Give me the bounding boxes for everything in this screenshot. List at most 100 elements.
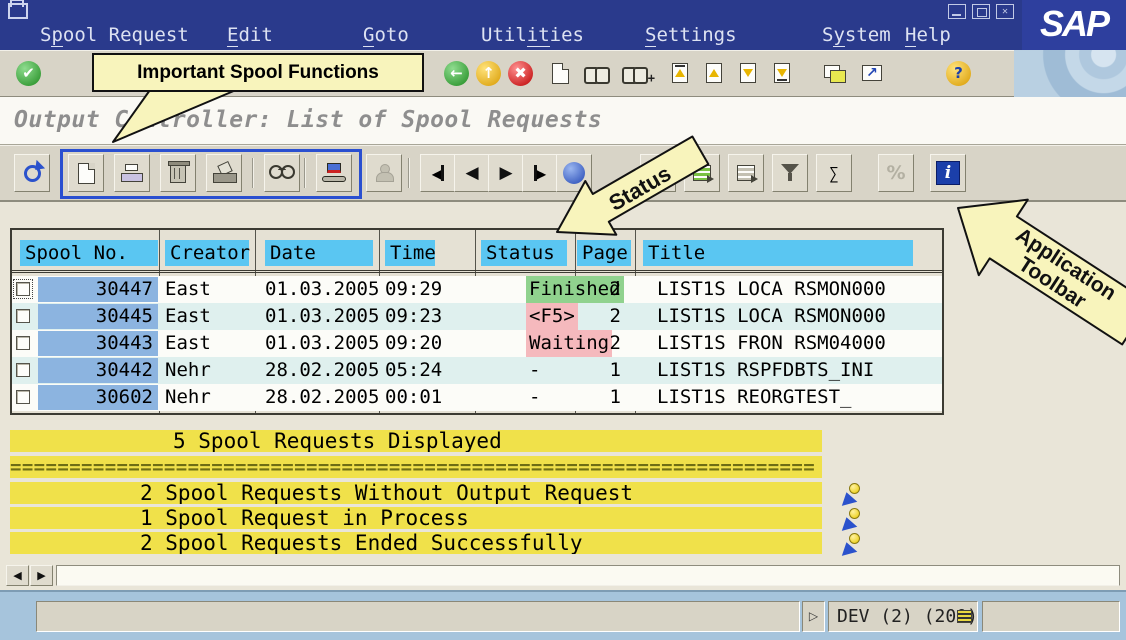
menu-help[interactable]: Help [905,24,951,46]
jump-icon[interactable] [840,508,862,530]
cell-page: 1 [577,384,627,411]
info-button[interactable]: i [930,154,966,192]
row-select-checkbox[interactable] [16,282,30,296]
col-header-page[interactable]: Page [577,240,631,266]
sort-descending-button[interactable] [640,154,676,192]
blue-sphere-icon [563,162,585,184]
print-with-changed-params-button[interactable] [114,154,150,192]
table-row[interactable]: 30602Nehr28.02.200500:01-1LIST1S REORGTE… [12,384,942,411]
scroll-left-button[interactable]: ◀ [6,565,29,586]
menu-system[interactable]: System [822,24,891,46]
enter-icon[interactable]: ✔ [16,61,41,86]
trash-icon [170,164,186,183]
cell-title: LIST1S LOCA RSMON000 [657,303,943,330]
first-entry-button[interactable]: ◀ [420,154,456,192]
horizontal-scrollbar-track[interactable] [56,565,1120,586]
settings-button[interactable]: % [878,154,914,192]
jump-icon[interactable] [840,533,862,555]
delete-button[interactable] [160,154,196,192]
menu-utilities[interactable]: Utilities [481,24,584,46]
next-page-icon[interactable] [740,63,756,83]
create-shortcut-icon[interactable]: ↗ [862,65,882,81]
display-contents-button[interactable] [264,154,300,192]
table-row[interactable]: 30445East01.03.200509:23<F5>2LIST1S LOCA… [12,303,942,330]
col-header-time[interactable]: Time [385,240,435,266]
cell-creator: East [165,330,253,357]
status-empty-panel [982,601,1120,632]
col-header-date[interactable]: Date [265,240,373,266]
help-icon[interactable]: ? [946,61,971,86]
col-header-title[interactable]: Title [643,240,913,266]
green-list-icon [693,165,711,181]
select-all-button[interactable] [556,154,592,192]
refresh-button[interactable] [14,154,50,192]
find-icon[interactable] [584,67,610,81]
authorization-button[interactable] [366,154,402,192]
row-select-checkbox[interactable] [16,309,30,323]
print-directly-button[interactable] [68,154,104,192]
restore-button[interactable] [972,4,990,19]
cell-status: Waiting [479,330,573,357]
status-expand-button[interactable]: ▷ [802,601,825,632]
output-request-button[interactable] [206,154,242,192]
window-titlebar: ✕ [0,0,1126,22]
cell-time: 09:20 [385,330,475,357]
close-button[interactable]: ✕ [996,4,1014,19]
row-select-checkbox[interactable] [16,363,30,377]
menu-bar: Spool Request Edit Goto Utilities Settin… [0,22,1126,50]
table-row[interactable]: 30442Nehr28.02.200505:24-1LIST1S RSPFDBT… [12,357,942,384]
back-icon[interactable]: ← [444,61,469,86]
display-requests-button[interactable] [728,154,764,192]
table-row[interactable]: 30443East01.03.200509:20Waiting2LIST1S F… [12,330,942,357]
table-rows: 30447East01.03.200509:29Finished2LIST1S … [12,276,942,411]
row-select-checkbox[interactable] [16,390,30,404]
find-next-icon[interactable]: + [622,67,648,81]
message-displayed: 5 Spool Requests Displayed [10,430,822,452]
jump-icon[interactable] [840,483,862,505]
menu-goto[interactable]: Goto [363,24,409,46]
row-select-checkbox[interactable] [16,336,30,350]
cell-page: 1 [577,357,627,384]
last-page-icon[interactable] [774,63,790,83]
previous-entry-button[interactable]: ◀ [454,154,490,192]
status-badge: <F5> [526,303,578,330]
new-session-icon[interactable] [824,65,846,83]
cell-status: - [479,384,573,411]
col-header-spool-no[interactable]: Spool No. [20,240,158,266]
col-header-creator[interactable]: Creator [165,240,249,266]
cell-spool-no: 30447 [38,277,158,302]
glasses-icon [269,167,295,179]
table-row[interactable]: 30447East01.03.200509:29Finished2LIST1S … [12,276,942,303]
previous-page-icon[interactable] [706,63,722,83]
cell-time: 00:01 [385,384,475,411]
exit-icon[interactable]: ↑ [476,61,501,86]
display-list-button[interactable] [684,154,720,192]
percent-icon: % [886,162,905,184]
next-entry-button[interactable]: ▶ [488,154,524,192]
filter-button[interactable] [772,154,808,192]
first-page-icon[interactable] [672,63,688,83]
status-message-field [36,601,800,632]
menu-spool-request[interactable]: Spool Request [40,24,189,46]
cell-date: 01.03.2005 [265,276,391,303]
cell-date: 28.02.2005 [265,357,391,384]
col-header-status[interactable]: Status [481,240,567,266]
printer-hat-icon [322,163,346,183]
last-entry-button[interactable]: ▶ [522,154,558,192]
sort-descending-icon [648,164,668,182]
gray-list-icon [737,165,755,181]
output-device-button[interactable] [316,154,352,192]
cell-spool-no: 30443 [38,331,158,356]
minimize-button[interactable] [948,4,966,19]
system-session-panel[interactable]: DEV (2) (200) [828,601,978,632]
cancel-icon[interactable]: ✖ [508,61,533,86]
window-menu-icon[interactable] [8,3,28,19]
menu-edit[interactable]: Edit [227,24,273,46]
print-icon[interactable] [552,63,569,84]
cell-spool-no: 30445 [38,304,158,329]
cell-page: 2 [577,303,627,330]
cell-page: 2 [577,276,627,303]
scroll-right-button[interactable]: ▶ [30,565,53,586]
menu-settings[interactable]: Settings [645,24,737,46]
sum-button[interactable]: ∑ [816,154,852,192]
